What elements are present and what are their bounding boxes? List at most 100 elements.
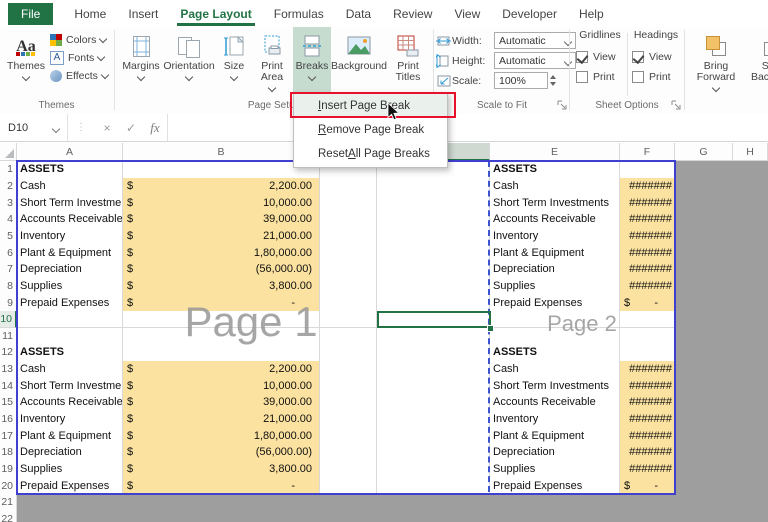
row-header-2[interactable]: 2 <box>0 177 17 196</box>
cell-E17[interactable]: Plant & Equipment <box>490 427 620 446</box>
width-dropdown[interactable]: Automatic <box>494 32 576 49</box>
formula-input[interactable] <box>167 114 768 141</box>
cell-A13[interactable]: Cash <box>17 360 123 379</box>
cell-A7[interactable]: Depreciation <box>17 260 123 279</box>
fill-handle[interactable] <box>487 324 494 332</box>
cell-B7[interactable]: $ (56,000.00) <box>123 260 320 279</box>
cell-F3[interactable]: ####### <box>620 194 675 212</box>
breaks-button[interactable]: Breaks <box>293 27 331 99</box>
cell-A3[interactable]: Short Term Investments <box>17 194 123 212</box>
cell-F15[interactable]: ####### <box>620 394 675 412</box>
cell-C7[interactable] <box>320 260 377 279</box>
scale-spinbox[interactable]: 100% <box>494 72 548 89</box>
tab-insert[interactable]: Insert <box>117 0 169 27</box>
cell-B18[interactable]: $ (56,000.00) <box>123 444 320 462</box>
cell-A2[interactable]: Cash <box>17 177 123 196</box>
cell-E11[interactable] <box>490 327 620 346</box>
row-header-9[interactable]: 9 <box>0 294 17 312</box>
cell-C12[interactable] <box>320 344 377 362</box>
cell-B20[interactable]: $ - <box>123 477 320 495</box>
cell-D15[interactable] <box>377 394 490 412</box>
orientation-button[interactable]: Orientation <box>163 29 215 95</box>
tab-file[interactable]: File <box>8 2 54 25</box>
row-header-5[interactable]: 5 <box>0 227 17 246</box>
margins-button[interactable]: Margins <box>118 29 164 95</box>
cell-F11[interactable] <box>620 327 675 346</box>
cell-A18[interactable]: Depreciation <box>17 444 123 462</box>
cell-D9[interactable] <box>377 294 490 312</box>
cell-B17[interactable]: $1,80,000.00 <box>123 427 320 446</box>
cell-E13[interactable]: Cash <box>490 360 620 379</box>
cell-C20[interactable] <box>320 477 377 495</box>
insert-function-button[interactable]: fx <box>143 120 167 136</box>
cell-A6[interactable]: Plant & Equipment <box>17 244 123 262</box>
height-dropdown[interactable]: Automatic <box>494 52 576 69</box>
row-header-12[interactable]: 12 <box>0 344 17 362</box>
cell-B8[interactable]: $3,800.00 <box>123 277 320 296</box>
cell-F13[interactable]: ####### <box>620 360 675 379</box>
cell-A12[interactable]: ASSETS <box>17 344 123 362</box>
row-header-8[interactable]: 8 <box>0 277 17 296</box>
colors-button[interactable]: Colors <box>50 31 108 49</box>
cell-C19[interactable] <box>320 460 377 479</box>
cell-E15[interactable]: Accounts Receivable <box>490 394 620 412</box>
cell-D12[interactable] <box>377 344 490 362</box>
cell-F18[interactable]: ####### <box>620 444 675 462</box>
cell-E2[interactable]: Cash <box>490 177 620 196</box>
cell-B4[interactable]: $39,000.00 <box>123 210 320 229</box>
select-all-corner[interactable] <box>0 143 17 161</box>
cell-E14[interactable]: Short Term Investments <box>490 377 620 396</box>
cell-C14[interactable] <box>320 377 377 396</box>
cell-C3[interactable] <box>320 194 377 212</box>
themes-button[interactable]: Aa Themes <box>4 29 48 95</box>
cell-D16[interactable] <box>377 410 490 429</box>
row-header-4[interactable]: 4 <box>0 210 17 229</box>
background-button[interactable]: Background <box>331 29 387 95</box>
cell-C16[interactable] <box>320 410 377 429</box>
column-header-F[interactable]: F <box>620 143 675 161</box>
cell-C15[interactable] <box>320 394 377 412</box>
print-area-button[interactable]: Print Area <box>252 29 292 95</box>
cell-F4[interactable]: ####### <box>620 210 675 229</box>
row-header-10[interactable]: 10 <box>0 310 17 329</box>
cell-F20[interactable]: $ - <box>620 477 675 495</box>
cell-C10[interactable] <box>320 310 377 329</box>
cell-C17[interactable] <box>320 427 377 446</box>
cell-A19[interactable]: Supplies <box>17 460 123 479</box>
cell-D6[interactable] <box>377 244 490 262</box>
cell-A10[interactable] <box>17 310 123 329</box>
column-header-B[interactable]: B <box>123 143 320 161</box>
cell-D4[interactable] <box>377 210 490 229</box>
cell-B9[interactable]: $ - <box>123 294 320 312</box>
cell-D19[interactable] <box>377 460 490 479</box>
cell-B19[interactable]: $3,800.00 <box>123 460 320 479</box>
cell-D14[interactable] <box>377 377 490 396</box>
row-header-22[interactable]: 22 <box>0 510 17 522</box>
cell-E9[interactable]: Prepaid Expenses <box>490 294 620 312</box>
tab-data[interactable]: Data <box>335 0 382 27</box>
column-header-E[interactable]: E <box>490 143 620 161</box>
row-header-20[interactable]: 20 <box>0 477 17 495</box>
cell-A1[interactable]: ASSETS <box>17 161 123 179</box>
cell-E18[interactable]: Depreciation <box>490 444 620 462</box>
cell-C13[interactable] <box>320 360 377 379</box>
cell-A9[interactable]: Prepaid Expenses <box>17 294 123 312</box>
cell-D2[interactable] <box>377 177 490 196</box>
cell-D20[interactable] <box>377 477 490 495</box>
menu-item-remove-page-break[interactable]: Remove Page Break <box>294 118 447 142</box>
cell-D13[interactable] <box>377 360 490 379</box>
cell-F14[interactable]: ####### <box>620 377 675 396</box>
cell-B10[interactable] <box>123 310 320 329</box>
cell-B11[interactable] <box>123 327 320 346</box>
row-header-1[interactable]: 1 <box>0 161 17 179</box>
cell-D7[interactable] <box>377 260 490 279</box>
cell-F12[interactable] <box>620 344 675 362</box>
cell-B15[interactable]: $39,000.00 <box>123 394 320 412</box>
cell-A11[interactable] <box>17 327 123 346</box>
tab-review[interactable]: Review <box>382 0 443 27</box>
row-header-13[interactable]: 13 <box>0 360 17 379</box>
cell-C11[interactable] <box>320 327 377 346</box>
fonts-button[interactable]: A Fonts <box>50 49 108 67</box>
tab-help[interactable]: Help <box>568 0 615 27</box>
cell-E10[interactable] <box>490 310 620 329</box>
